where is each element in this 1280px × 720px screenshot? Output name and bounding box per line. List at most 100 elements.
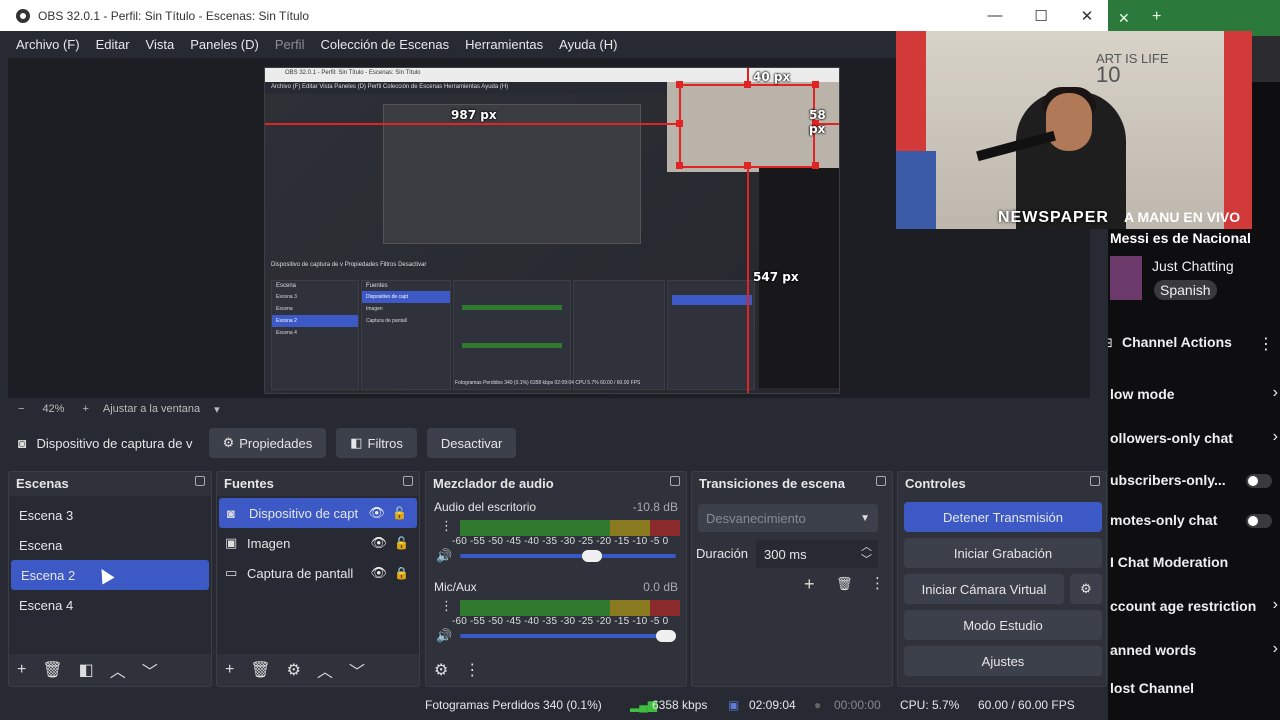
undock-icon[interactable] (403, 476, 413, 486)
slider-knob[interactable] (582, 550, 602, 562)
menu-vista[interactable]: Vista (146, 37, 175, 52)
speaker-icon[interactable]: 🔊 (436, 548, 452, 564)
source-item-selected[interactable]: ◙ Dispositivo de capt 👁 🔓 (219, 498, 417, 528)
more-icon[interactable]: ⋮ (1258, 334, 1274, 354)
add-scene-icon[interactable]: + (17, 661, 26, 679)
resize-handle[interactable] (812, 81, 819, 88)
undock-icon[interactable] (876, 476, 886, 486)
undock-icon[interactable] (1090, 476, 1100, 486)
zoom-out-button[interactable]: − (18, 403, 24, 415)
menu-perfil[interactable]: Perfil (275, 37, 305, 52)
nested-transitions (573, 280, 665, 390)
slider-knob[interactable] (656, 630, 676, 642)
advanced-audio-icon[interactable]: ⚙ (434, 660, 448, 680)
menu-coleccion[interactable]: Colección de Escenas (320, 37, 449, 52)
lock-icon[interactable]: 🔓 (392, 506, 407, 520)
move-up-icon[interactable]: ︿ (317, 658, 333, 682)
program-preview[interactable]: OBS 32.0.1 - Perfil: Sin Título - Escena… (264, 67, 840, 394)
scene-item[interactable]: Escena 4 (9, 590, 211, 620)
maximize-button[interactable]: ☐ (1018, 0, 1064, 31)
category-thumbnail[interactable] (1110, 256, 1142, 300)
lock-icon[interactable]: 🔓 (394, 536, 409, 550)
slow-mode[interactable]: low mode (1110, 386, 1175, 402)
move-down-icon[interactable]: ﹀ (142, 658, 158, 682)
spin-icon[interactable]: ︿ ﹀ (861, 541, 872, 567)
banned-words[interactable]: anned words (1110, 642, 1196, 658)
chevron-right-icon[interactable]: › (1273, 428, 1278, 446)
more-icon[interactable]: ⋮ (440, 518, 453, 534)
filters-button[interactable]: ◧ Filtros (336, 428, 417, 458)
ai-chat-moderation[interactable]: I Chat Moderation (1110, 554, 1228, 570)
settings-button[interactable]: Ajustes (904, 646, 1102, 676)
volume-slider[interactable] (460, 550, 676, 562)
menu-archivo[interactable]: Archivo (F) (16, 37, 80, 52)
resize-handle[interactable] (676, 162, 683, 169)
stop-streaming-button[interactable]: Detener Transmisión (904, 502, 1102, 532)
studio-mode-button[interactable]: Modo Estudio (904, 610, 1102, 640)
deactivate-button[interactable]: Desactivar (426, 428, 517, 458)
more-icon[interactable]: ⋮ (464, 660, 480, 680)
tab-close-icon[interactable]: ✕ (1118, 10, 1130, 27)
menu-ayuda[interactable]: Ayuda (H) (559, 37, 617, 52)
close-button[interactable]: ✕ (1064, 0, 1110, 31)
fit-window-button[interactable]: Ajustar a la ventana (103, 403, 200, 415)
resize-handle[interactable] (676, 81, 683, 88)
eye-icon[interactable]: 👁 (370, 565, 387, 581)
trash-icon[interactable]: 🗑 (42, 660, 62, 680)
menu-paneles[interactable]: Paneles (D) (190, 37, 259, 52)
chevron-right-icon[interactable]: › (1273, 596, 1278, 614)
subscribers-toggle[interactable] (1246, 474, 1272, 488)
move-down-icon[interactable]: ﹀ (349, 658, 365, 682)
minimize-button[interactable]: — (972, 0, 1018, 31)
zoom-in-button[interactable]: + (82, 403, 88, 415)
chevron-right-icon[interactable]: › (1273, 384, 1278, 402)
menu-herramientas[interactable]: Herramientas (465, 37, 543, 52)
eye-icon[interactable]: 👁 (370, 535, 387, 551)
duration-input[interactable]: 300 ms ︿ ﹀ (756, 540, 878, 568)
add-source-icon[interactable]: + (225, 661, 234, 679)
move-up-icon[interactable]: ︿ (110, 658, 126, 682)
scene-item[interactable]: Escena (9, 530, 211, 560)
followers-only-chat[interactable]: ollowers-only chat (1110, 430, 1233, 446)
lock-icon[interactable]: 🔒 (394, 566, 409, 580)
source-item[interactable]: ▣ Imagen 👁 🔓 (217, 528, 419, 558)
more-icon[interactable]: ⋮ (440, 598, 453, 614)
category-label[interactable]: Just Chatting (1152, 258, 1234, 274)
speaker-icon[interactable]: 🔊 (436, 628, 452, 644)
add-transition-icon[interactable]: + (804, 574, 815, 595)
scene-item[interactable]: Escena 3 (9, 500, 211, 530)
nested-menu: Archivo (F) Editar Vista Paneles (D) Per… (271, 84, 509, 90)
start-virtual-camera-button[interactable]: Iniciar Cámara Virtual (904, 574, 1064, 604)
streamer-face (1046, 93, 1092, 151)
start-recording-button[interactable]: Iniciar Grabación (904, 538, 1102, 568)
trash-icon[interactable]: 🗑 (836, 576, 853, 592)
emotes-toggle[interactable] (1246, 514, 1272, 528)
resize-handle[interactable] (744, 162, 751, 169)
selection-box[interactable] (679, 84, 815, 168)
resize-handle[interactable] (812, 162, 819, 169)
nested-source: Captura de pantall (366, 318, 407, 324)
undock-icon[interactable] (670, 476, 680, 486)
menu-editar[interactable]: Editar (96, 37, 130, 52)
emotes-only-chat[interactable]: motes-only chat (1110, 512, 1217, 528)
new-tab-icon[interactable]: + (1152, 8, 1161, 26)
resize-handle[interactable] (744, 81, 751, 88)
chevron-right-icon[interactable]: › (1273, 640, 1278, 658)
properties-button[interactable]: ⚙ Propiedades (208, 428, 327, 458)
resize-handle[interactable] (676, 120, 683, 127)
chevron-down-icon[interactable]: ▾ (214, 403, 220, 416)
source-item[interactable]: ▭ Captura de pantall 👁 🔒 (217, 558, 419, 588)
trash-icon[interactable]: 🗑 (250, 660, 270, 680)
undock-icon[interactable] (195, 476, 205, 486)
account-age-restriction[interactable]: ccount age restriction (1110, 598, 1256, 614)
eye-icon[interactable]: 👁 (368, 505, 385, 521)
subscribers-only[interactable]: ubscribers-only... (1110, 472, 1226, 488)
host-channel[interactable]: lost Channel (1110, 680, 1194, 696)
virtual-camera-settings-button[interactable]: ⚙ (1070, 574, 1102, 604)
language-tag[interactable]: Spanish (1154, 280, 1217, 300)
more-icon[interactable]: ⋮ (870, 574, 885, 592)
volume-slider[interactable] (460, 630, 676, 642)
gear-icon[interactable]: ⚙ (287, 660, 301, 680)
scene-filters-icon[interactable]: ◧ (79, 660, 94, 680)
transition-select[interactable]: Desvanecimiento ▼ (698, 504, 878, 532)
